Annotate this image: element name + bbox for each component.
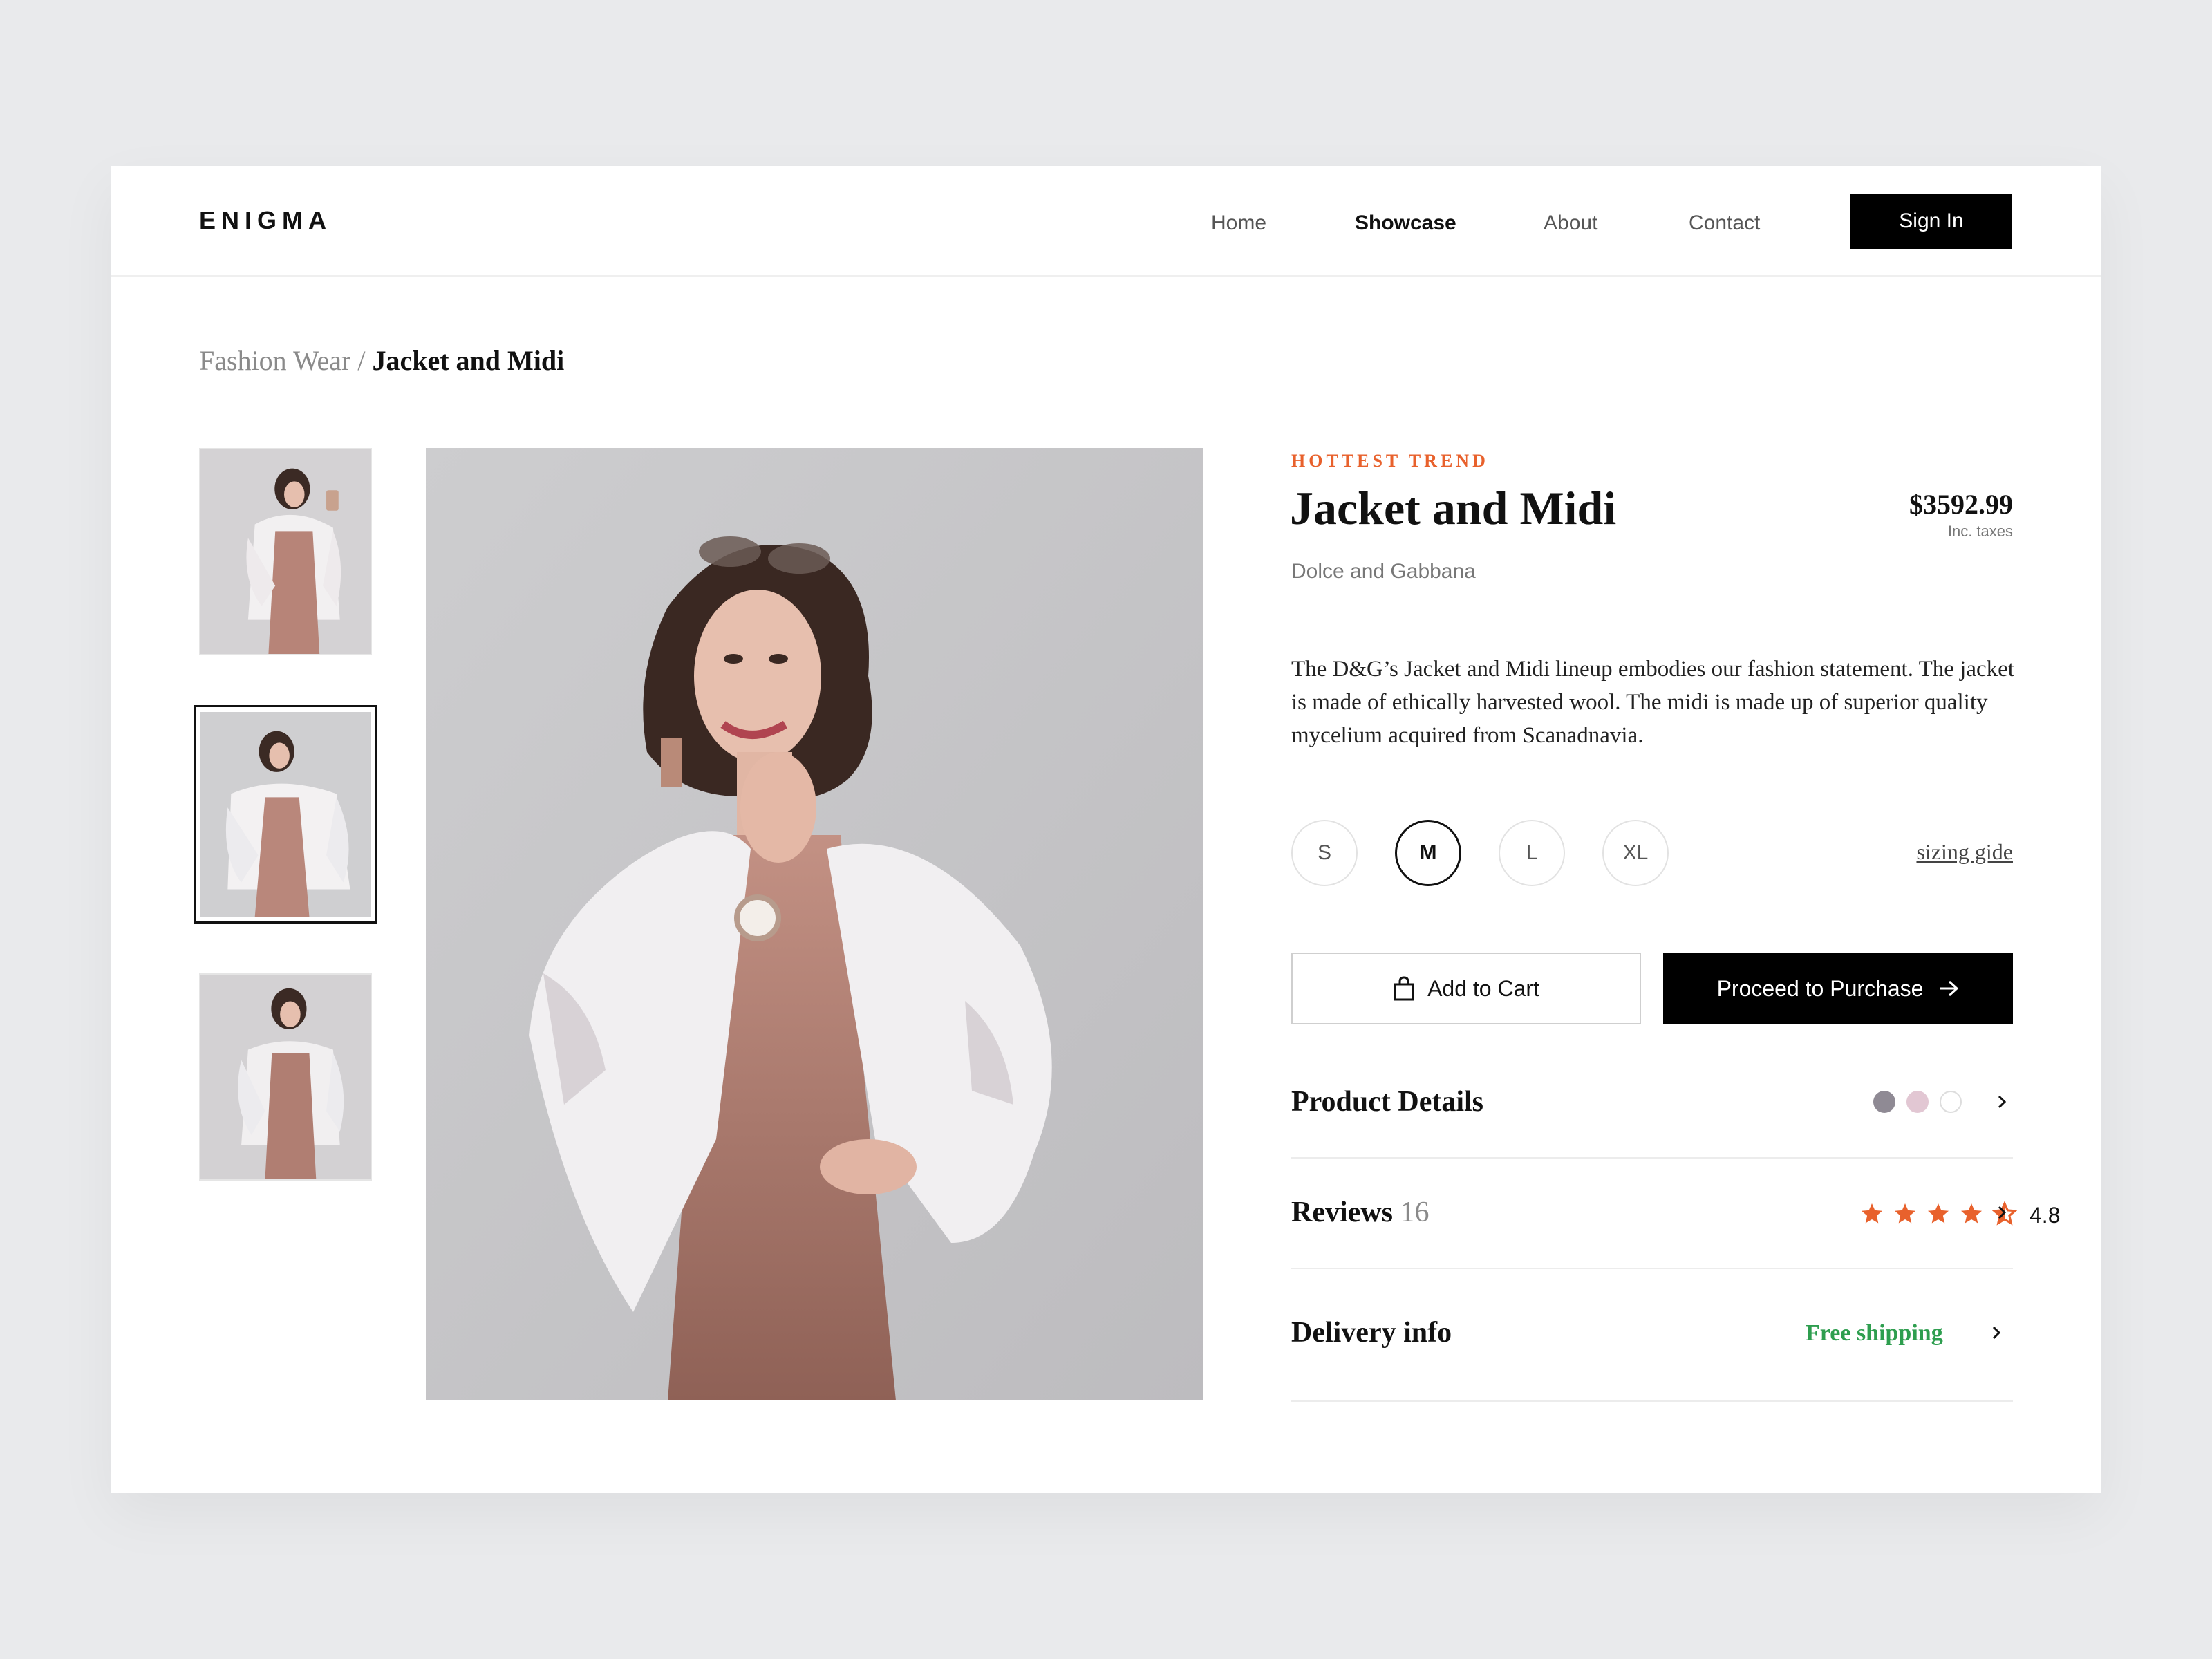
chevron-right-icon[interactable] — [1988, 1324, 2005, 1341]
thumbnail-photo — [200, 975, 371, 1179]
product-eyebrow: HOTTEST TREND — [1291, 451, 1489, 471]
product-main-image — [426, 448, 1203, 1400]
reviews-label: Reviews 16 — [1291, 1196, 1429, 1229]
product-page: ENIGMA Home Showcase About Contact Sign … — [111, 166, 2101, 1493]
tax-note: Inc. taxes — [1947, 523, 2013, 540]
proceed-to-purchase-label: Proceed to Purchase — [1716, 975, 1924, 1001]
size-option-m[interactable]: M — [1395, 820, 1461, 886]
rating-value: 4.8 — [2030, 1203, 2061, 1228]
nav-link-showcase[interactable]: Showcase — [1355, 212, 1456, 235]
top-navigation: ENIGMA Home Showcase About Contact Sign … — [111, 166, 2101, 276]
delivery-info-label: Delivery info — [1291, 1317, 1452, 1349]
bag-icon — [1394, 976, 1414, 1001]
star-icon — [1895, 1203, 1915, 1224]
thumbnail-photo — [200, 712, 371, 917]
reviews-row[interactable]: Reviews 16 4.8 — [1291, 1159, 2060, 1269]
size-option-xl[interactable]: XL — [1602, 820, 1669, 886]
product-price: $3592.99 — [1909, 489, 2013, 520]
sizing-guide-link[interactable]: sizing gide — [1916, 839, 2013, 865]
reviews-title: Reviews — [1291, 1197, 1393, 1228]
model-photo — [426, 448, 1203, 1400]
thumbnail-photo — [200, 449, 371, 654]
product-brand[interactable]: Dolce and Gabbana — [1291, 560, 1476, 583]
size-option-s[interactable]: S — [1291, 820, 1358, 886]
color-swatch-grey[interactable] — [1873, 1091, 1895, 1113]
nav-link-contact[interactable]: Contact — [1689, 212, 1760, 235]
brand-logo[interactable]: ENIGMA — [199, 206, 332, 235]
chevron-right-icon[interactable] — [1994, 1094, 2010, 1110]
breadcrumb: Fashion Wear / Jacket and Midi — [199, 344, 564, 377]
delivery-info-row[interactable]: Delivery info Free shipping — [1291, 1269, 2013, 1402]
nav-link-home[interactable]: Home — [1211, 212, 1266, 235]
star-icon — [1928, 1203, 1949, 1224]
proceed-to-purchase-button[interactable]: Proceed to Purchase — [1663, 953, 2013, 1024]
product-details-label: Product Details — [1291, 1086, 1484, 1118]
product-details-row[interactable]: Product Details — [1291, 1048, 2013, 1159]
add-to-cart-label: Add to Cart — [1427, 975, 1539, 1001]
size-option-l[interactable]: L — [1499, 820, 1565, 886]
product-thumbnail-2-selected[interactable] — [194, 705, 377, 924]
color-swatch-pink[interactable] — [1906, 1091, 1929, 1113]
product-thumbnail-1[interactable] — [199, 448, 372, 655]
product-description: The D&G’s Jacket and Midi lineup embodie… — [1291, 657, 2014, 748]
free-shipping-text: Free shipping — [1806, 1320, 1943, 1346]
add-to-cart-button[interactable]: Add to Cart — [1291, 953, 1641, 1024]
star-icon — [1961, 1203, 1982, 1224]
nav-link-about[interactable]: About — [1544, 212, 1597, 235]
breadcrumb-current: Jacket and Midi — [372, 345, 565, 376]
reviews-count: 16 — [1400, 1197, 1430, 1228]
color-swatch-white[interactable] — [1940, 1091, 1962, 1113]
breadcrumb-parent[interactable]: Fashion Wear / — [199, 345, 365, 376]
sign-in-button[interactable]: Sign In — [1850, 194, 2012, 249]
chevron-right-icon[interactable] — [1994, 1204, 2010, 1221]
arrow-right-icon — [1940, 980, 1959, 997]
product-thumbnail-3[interactable] — [199, 973, 372, 1181]
product-title: Jacket and Midi — [1290, 482, 1617, 534]
star-icon — [1862, 1203, 1882, 1224]
